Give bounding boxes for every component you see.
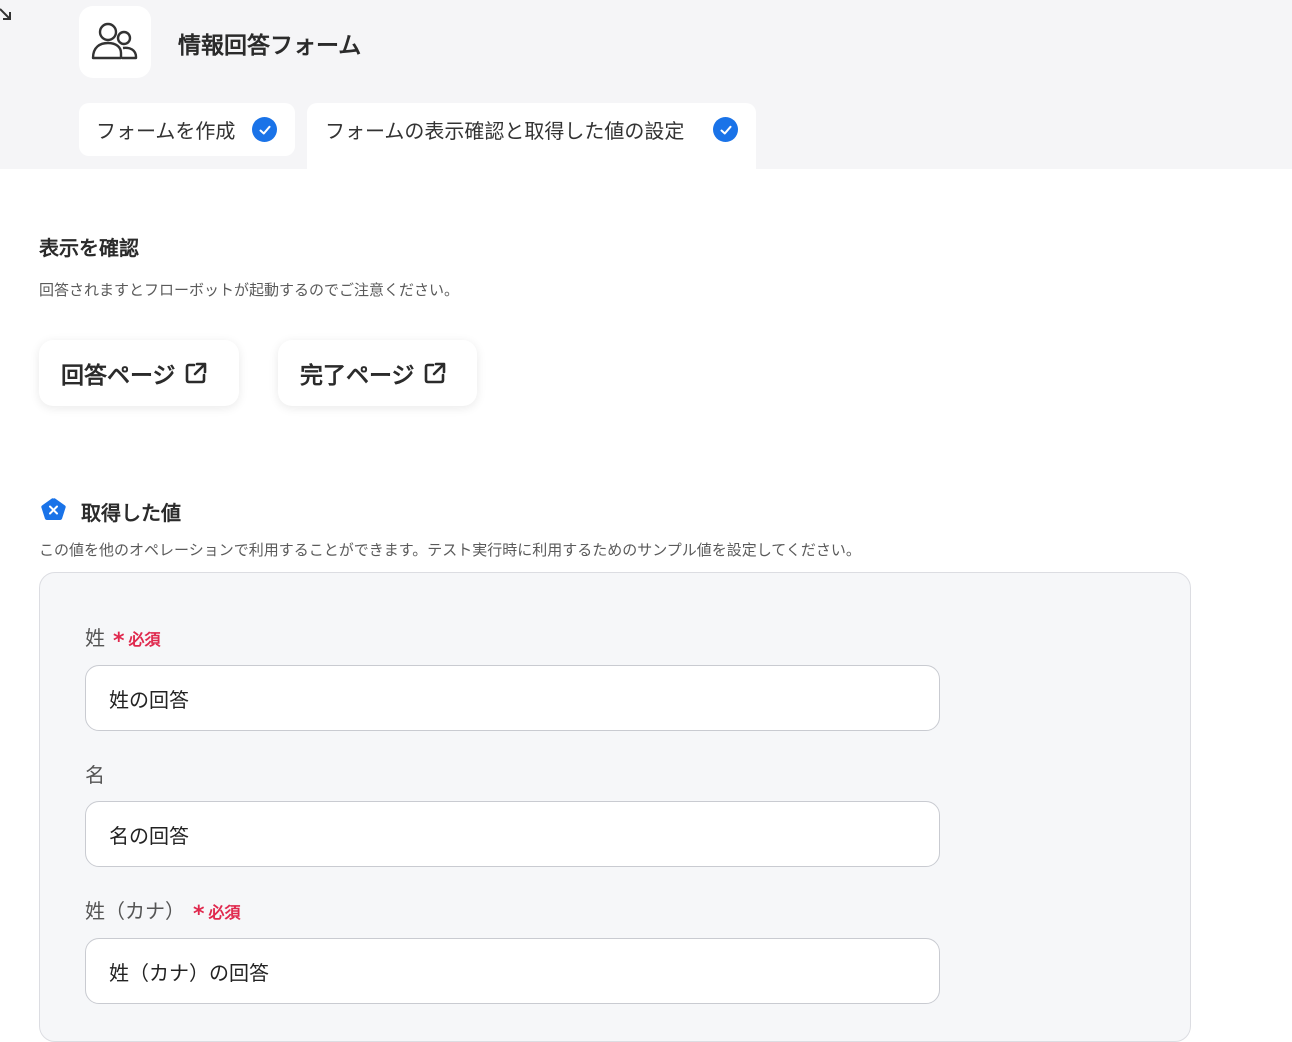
- button-label: 回答ページ: [61, 363, 176, 389]
- button-label: 完了ページ: [300, 363, 415, 389]
- display-section-title: 表示を確認: [39, 236, 139, 260]
- completion-page-button[interactable]: 完了ページ: [278, 340, 477, 406]
- required-badge: * 必須: [113, 629, 161, 654]
- field-label-text: 姓（カナ）: [85, 899, 185, 923]
- required-badge: * 必須: [193, 902, 241, 927]
- variable-pentagon-icon: [41, 498, 66, 520]
- check-circle-icon: [713, 117, 738, 142]
- page-header: 情報回答フォーム フォームを作成 フォームの表示確認と取得した値の設定: [0, 0, 1292, 169]
- field-label-last-name: 姓 * 必須: [85, 622, 161, 654]
- first-name-input[interactable]: [85, 801, 940, 867]
- users-icon: [91, 22, 138, 60]
- tab-label: フォームを作成: [96, 119, 236, 143]
- field-label-text: 名: [85, 763, 105, 787]
- last-name-input[interactable]: [85, 665, 940, 731]
- tab-create-form[interactable]: フォームを作成: [79, 103, 295, 156]
- display-section-note: 回答されますとフローボットが起動するのでご注意ください。: [39, 281, 460, 299]
- field-label-last-name-kana: 姓（カナ） * 必須: [85, 895, 241, 927]
- answer-page-button[interactable]: 回答ページ: [39, 340, 239, 406]
- field-label-first-name: 名: [85, 759, 105, 788]
- tab-display-and-values[interactable]: フォームの表示確認と取得した値の設定: [307, 103, 756, 169]
- arrow-down-right-icon[interactable]: [0, 6, 14, 22]
- tab-label: フォームの表示確認と取得した値の設定: [325, 119, 685, 143]
- external-link-icon: [184, 361, 208, 385]
- field-label-text: 姓: [85, 626, 105, 650]
- values-section-title: 取得した値: [81, 501, 181, 525]
- external-link-icon: [423, 361, 447, 385]
- app-icon: [79, 6, 151, 78]
- app-title: 情報回答フォーム: [178, 33, 362, 59]
- last-name-kana-input[interactable]: [85, 938, 940, 1004]
- check-circle-icon: [252, 117, 277, 142]
- values-section-note: この値を他のオペレーションで利用することができます。テスト実行時に利用するための…: [39, 541, 861, 559]
